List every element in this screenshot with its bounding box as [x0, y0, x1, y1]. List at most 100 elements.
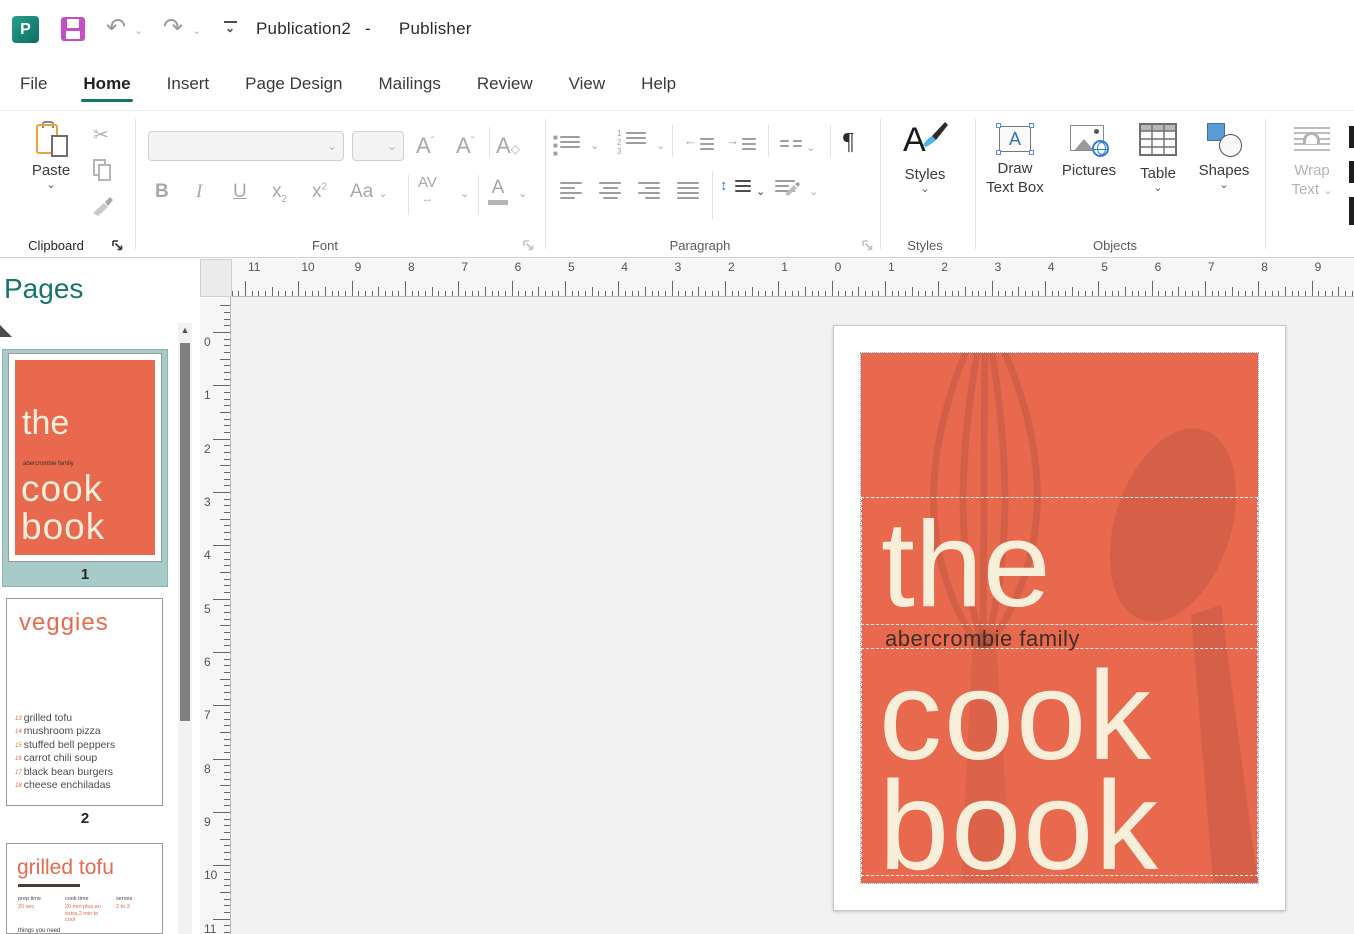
shapes-button[interactable]: Shapes ⌄ — [1193, 123, 1255, 190]
bold-button[interactable]: B — [155, 181, 169, 203]
vertical-ruler[interactable]: 01234567891011 — [200, 297, 231, 934]
bullets-button[interactable]: ■■■ ⌄ — [560, 133, 580, 153]
columns-button[interactable]: ⌄ — [780, 137, 815, 154]
page2-item-list: 13grilled tofu14mushroom pizza15stuffed … — [15, 712, 115, 792]
workspace: Pages the abercrombie family cook book 1 — [0, 259, 1354, 934]
collapse-panel-icon[interactable] — [0, 325, 12, 337]
publisher-window: P ↶ ⌄ ↷ ⌄ ⌄ Publication2-Publisher FileH… — [0, 0, 1354, 934]
justify-button[interactable] — [677, 179, 699, 204]
small-divider — [672, 125, 673, 157]
paragraph-group-label: Paragraph — [650, 238, 750, 253]
small-divider — [768, 125, 769, 157]
cover-title-book[interactable]: book — [879, 763, 1160, 883]
tab-page-design[interactable]: Page Design — [245, 64, 342, 106]
text-autofit-button[interactable]: ⌄ — [775, 177, 795, 197]
copy-icon[interactable] — [90, 157, 116, 183]
paste-icon — [34, 121, 68, 157]
small-divider — [830, 125, 831, 157]
character-spacing-button[interactable]: AV↔ — [418, 175, 437, 206]
cover-title-the[interactable]: the — [881, 503, 1051, 625]
underline-button[interactable]: U — [233, 181, 247, 203]
format-painter-icon[interactable] — [90, 195, 114, 224]
ribbon-tabs: File Home Insert Page Design Mailings Review V… — [0, 60, 1354, 110]
tab-help[interactable]: Help — [641, 64, 676, 106]
tab-home[interactable]: Home — [83, 64, 130, 106]
tab-view[interactable]: View — [569, 64, 606, 106]
redo-button[interactable]: ↷ — [163, 14, 183, 42]
redo-dropdown-icon[interactable]: ⌄ — [192, 24, 201, 37]
things-you-need-label: things you need — [18, 928, 60, 934]
cook-time-value: 20 min plus an extra 2 min to cool — [65, 904, 107, 924]
customize-chevron-icon: ⌄ — [222, 23, 238, 33]
font-name-combobox[interactable]: ⌄ — [148, 131, 344, 161]
small-divider — [712, 171, 713, 219]
cook-time-header: cook time — [65, 896, 107, 902]
draw-text-box-icon: A — [996, 123, 1034, 155]
scrollbar-thumb[interactable] — [180, 343, 190, 721]
clear-formatting-button[interactable]: A◇ — [496, 133, 520, 159]
show-formatting-marks-button[interactable]: ¶ — [843, 129, 854, 156]
pages-scrollbar[interactable]: ▲ — [178, 323, 192, 934]
thumb-title-book: book — [21, 508, 105, 545]
clipboard-dialog-launcher-icon[interactable] — [111, 239, 125, 253]
tab-review[interactable]: Review — [477, 64, 533, 106]
table-button[interactable]: Table ⌄ — [1131, 123, 1185, 193]
increase-indent-button[interactable]: → — [728, 135, 756, 155]
shapes-label: Shapes — [1193, 161, 1255, 180]
draw-text-box-button[interactable]: A Draw Text Box — [983, 123, 1047, 197]
draw-label: Draw — [997, 160, 1032, 177]
document-page[interactable]: the abercrombie family cook book — [833, 325, 1286, 911]
publisher-app-icon[interactable]: P — [12, 16, 39, 43]
align-center-button[interactable] — [599, 179, 621, 204]
text-box-label: Text Box — [986, 179, 1044, 196]
tab-mailings[interactable]: Mailings — [379, 64, 441, 106]
font-color-button[interactable]: A — [488, 177, 508, 205]
wrap-text-button[interactable]: WrapText ⌄ — [1283, 123, 1341, 199]
customize-quick-access-icon[interactable]: ⌄ — [222, 18, 238, 38]
line-spacing-button[interactable]: ↕ ⌄ — [722, 177, 751, 197]
numbering-button[interactable]: 123 ⌄ — [626, 129, 646, 149]
group-divider — [545, 119, 546, 249]
clipboard-group-label: Clipboard — [10, 238, 102, 253]
character-spacing-chevron-icon[interactable]: ⌄ — [460, 181, 469, 203]
undo-button[interactable]: ↶ — [106, 14, 126, 42]
ruler-corner — [200, 259, 232, 297]
italic-button[interactable]: I — [196, 181, 202, 203]
paragraph-dialog-launcher-icon[interactable] — [861, 239, 875, 253]
wrap-label: Wrap — [1294, 162, 1330, 179]
scroll-up-icon[interactable]: ▲ — [178, 325, 192, 335]
undo-dropdown-icon[interactable]: ⌄ — [134, 24, 143, 37]
cut-icon[interactable]: ✂ — [88, 123, 114, 149]
styles-button[interactable]: A Styles ⌄ — [896, 121, 954, 194]
group-divider — [880, 119, 881, 249]
font-color-chevron-icon[interactable]: ⌄ — [518, 181, 527, 203]
tab-insert[interactable]: Insert — [167, 64, 210, 106]
title-separator: - — [365, 19, 371, 38]
ribbon: Paste ⌄ ✂ Clipboard ⌄ ⌄ Aˆ Aˇ A◇ B I U x… — [0, 110, 1354, 258]
objects-group-label: Objects — [1060, 238, 1170, 253]
page-1-thumbnail[interactable]: the abercrombie family cook book 1 — [2, 349, 168, 587]
save-button[interactable] — [61, 17, 85, 41]
paste-chevron-icon: ⌄ — [24, 180, 78, 190]
align-left-button[interactable] — [560, 179, 582, 204]
page-2-thumbnail[interactable]: veggies 13grilled tofu14mushroom pizza15… — [6, 598, 164, 828]
font-dialog-launcher-icon[interactable] — [522, 239, 536, 253]
horizontal-ruler[interactable]: 11109876543210123456789 — [232, 259, 1354, 297]
grow-font-button[interactable]: Aˆ — [416, 133, 434, 159]
serves-value: 2 to 3 — [116, 904, 146, 911]
paste-button[interactable]: Paste ⌄ — [24, 121, 78, 190]
shrink-font-button[interactable]: Aˇ — [456, 133, 474, 159]
subscript-button[interactable]: x2 — [272, 181, 287, 205]
cover-design[interactable]: the abercrombie family cook book — [861, 353, 1258, 883]
pictures-button[interactable]: Pictures — [1055, 123, 1123, 180]
page-1-number: 1 — [3, 566, 167, 583]
tab-file[interactable]: File — [20, 64, 47, 106]
change-case-button[interactable]: Aa ⌄ — [350, 181, 388, 203]
superscript-button[interactable]: x2 — [312, 181, 327, 203]
decrease-indent-button[interactable]: ← — [686, 135, 714, 155]
align-right-button[interactable] — [638, 179, 660, 204]
font-size-combobox[interactable]: ⌄ — [352, 131, 404, 161]
page-3-thumbnail[interactable]: grilled tofu prep time20 sec cook time20… — [6, 843, 163, 934]
table-chevron-icon: ⌄ — [1131, 183, 1185, 193]
cutoff-ribbon-icon — [1349, 161, 1354, 183]
